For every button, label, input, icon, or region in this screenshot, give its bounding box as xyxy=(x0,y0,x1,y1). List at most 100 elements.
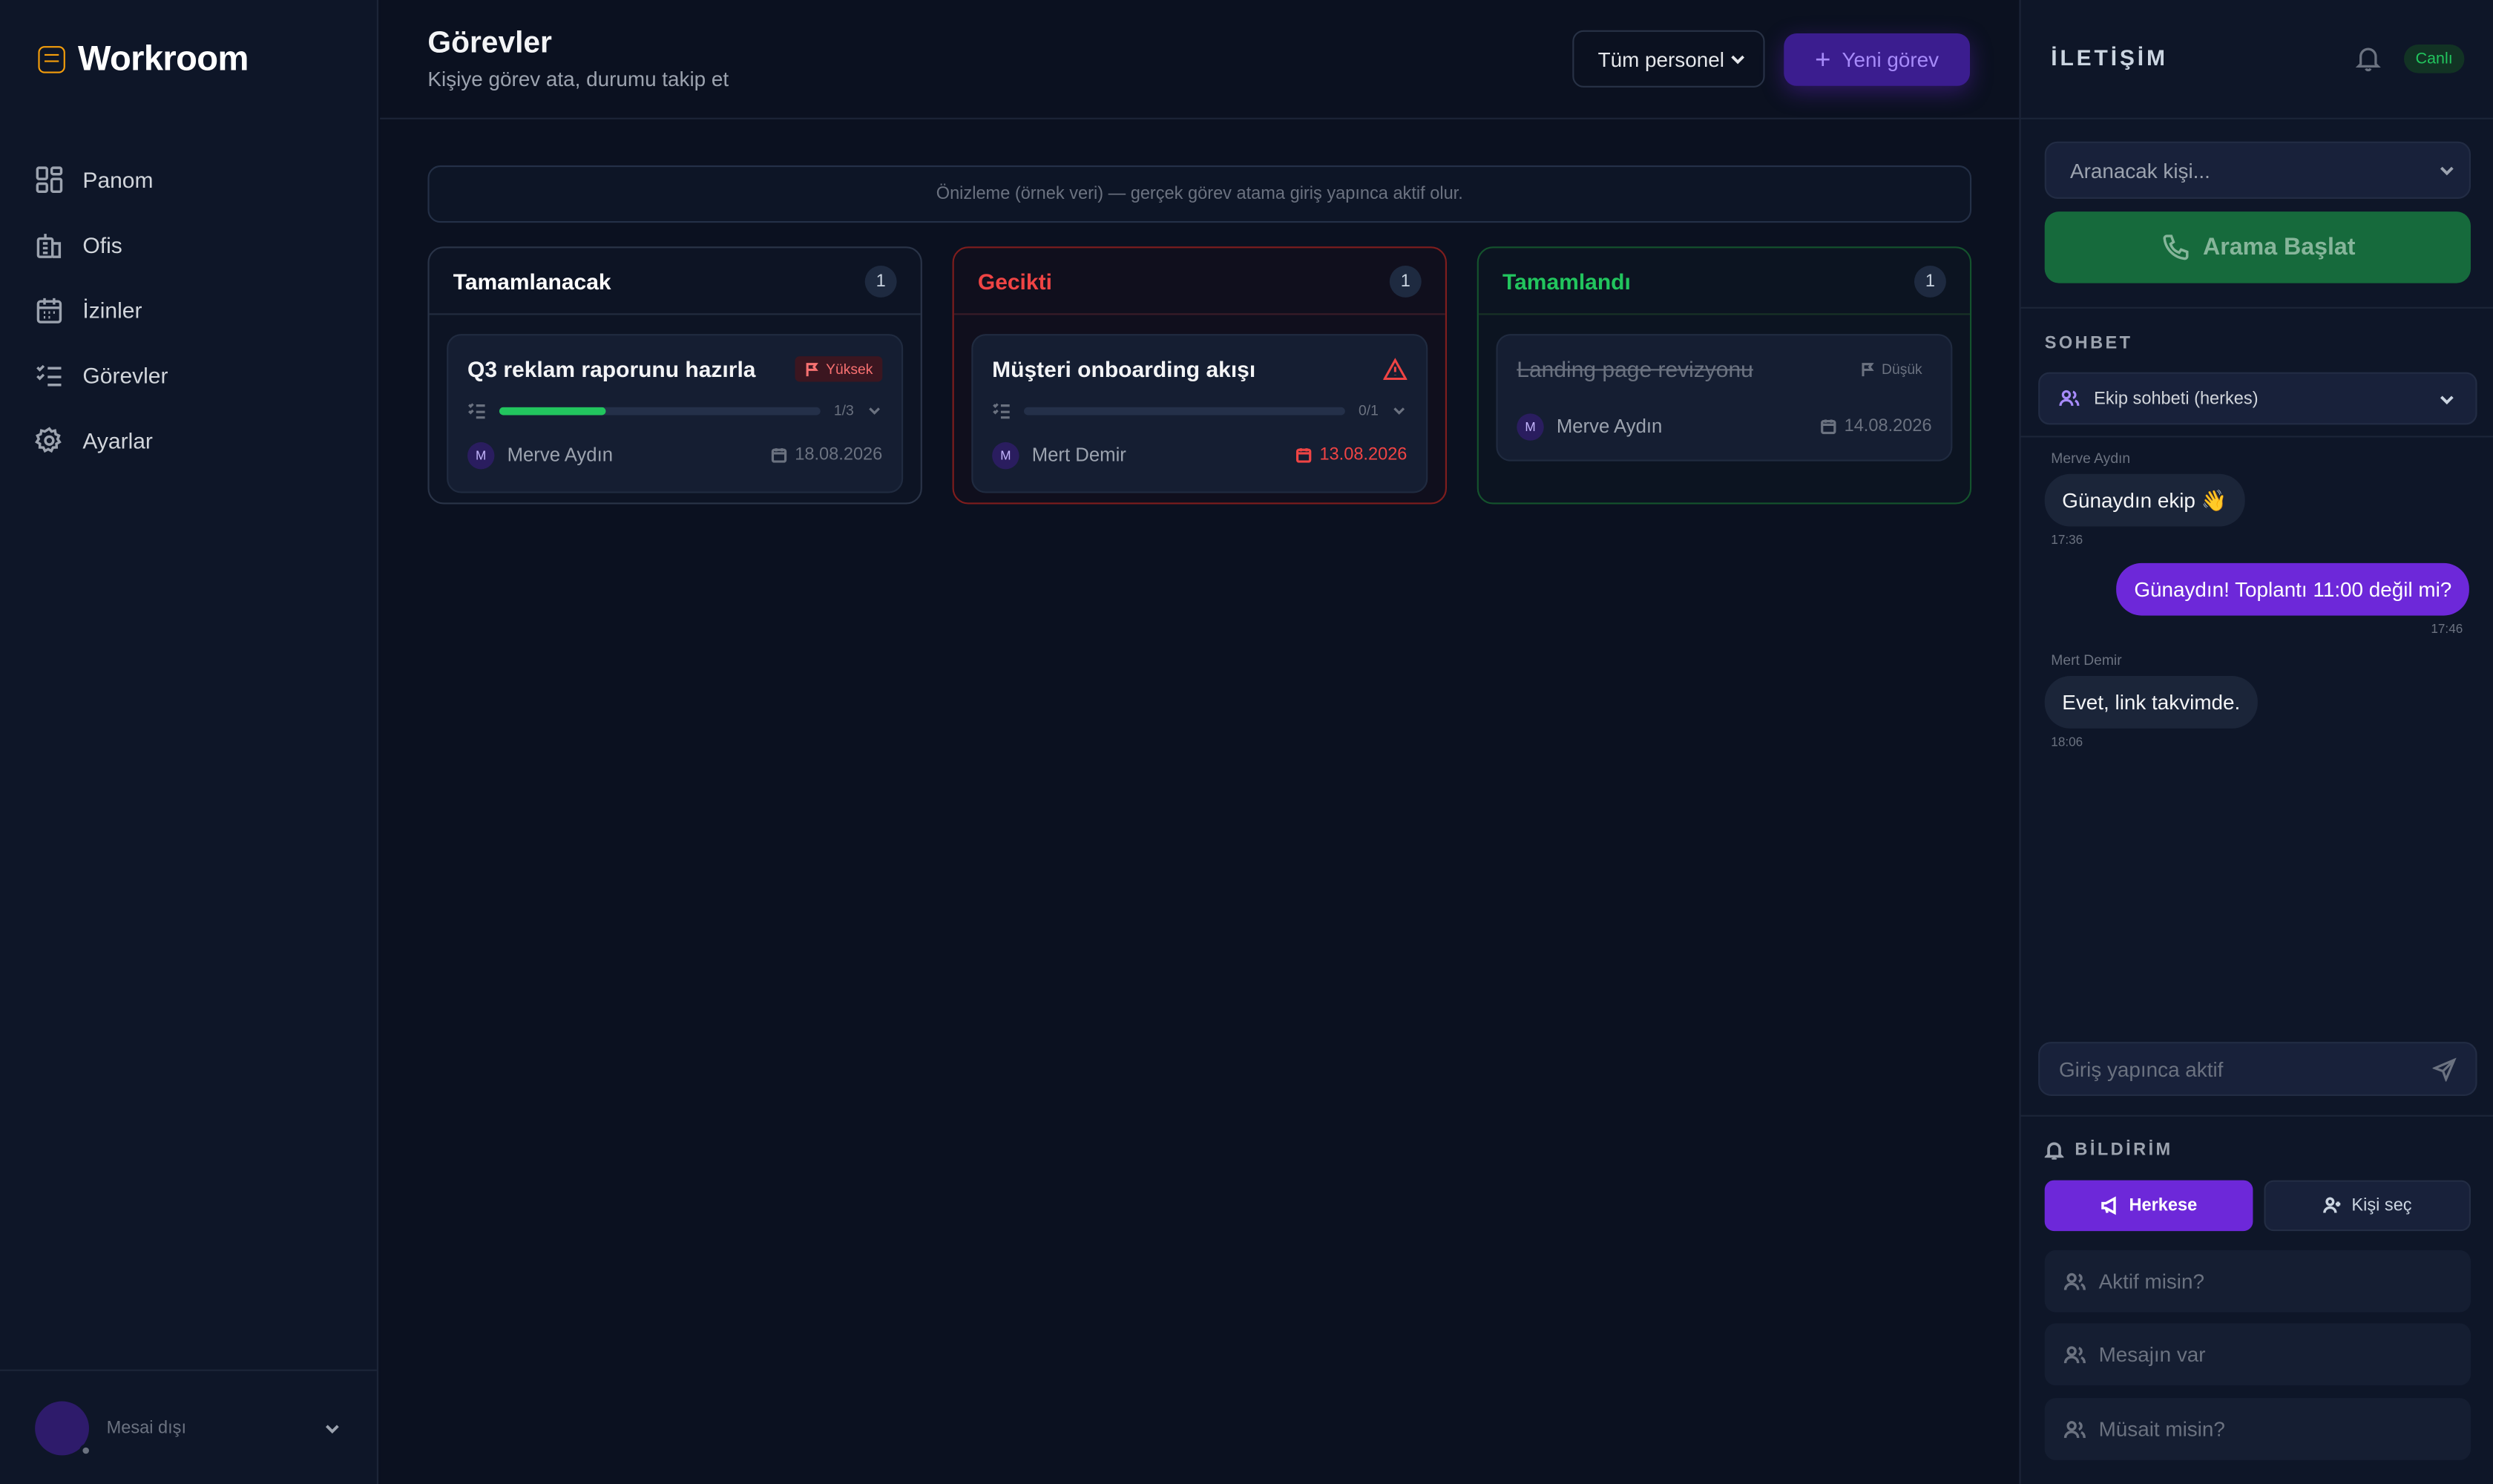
pick-person-label: Kişi seç xyxy=(2351,1196,2412,1215)
task-title: Müşteri onboarding akışı xyxy=(992,356,1256,382)
bell-icon[interactable] xyxy=(2355,45,2382,72)
chevron-down-icon[interactable] xyxy=(1391,402,1407,418)
callee-placeholder: Aranacak kişi... xyxy=(2070,158,2210,183)
quick-message-label: Mesajın var xyxy=(2098,1342,2206,1367)
sidebar-item-label: İzinler xyxy=(82,296,142,323)
page-header: Görevler Kişiye görev ata, durumu takip … xyxy=(380,0,2020,119)
task-card[interactable]: Q3 reklam raporunu hazırla Yüksek 1/3 M xyxy=(447,334,904,493)
assignee: M Merve Aydın xyxy=(1517,413,1662,440)
sidebar-item-panom[interactable]: Panom xyxy=(35,146,168,211)
chat-section-title: SOHBET xyxy=(2044,334,2133,353)
quick-message-label: Müsait misin? xyxy=(2098,1416,2225,1442)
subtask-progress[interactable]: 0/1 xyxy=(992,402,1407,419)
communication-panel: İLETİŞİM Canlı Aranacak kişi... Arama Ba… xyxy=(2019,0,2493,1484)
sidebar: Workroom Panom Ofis İzinler Görevler Aya… xyxy=(0,0,378,1484)
bell-icon xyxy=(2044,1142,2064,1160)
column-count: 1 xyxy=(864,264,897,297)
pick-person-button[interactable]: Kişi seç xyxy=(2264,1180,2471,1232)
assignee-avatar: M xyxy=(992,441,1019,469)
users-icon xyxy=(2063,1272,2086,1290)
chat-channel-value: Ekip sohbeti (herkes) xyxy=(2094,389,2259,408)
subtask-count: 0/1 xyxy=(1359,402,1379,418)
phone-icon xyxy=(2162,234,2188,260)
calendar-icon xyxy=(771,448,787,463)
priority-label: Düşük xyxy=(1882,361,1922,378)
assignee-avatar: M xyxy=(1517,413,1544,440)
warning-icon xyxy=(1383,357,1408,379)
due-date-value: 13.08.2026 xyxy=(1319,445,1408,464)
notify-section-title: BİLDİRİM xyxy=(2044,1140,2173,1160)
staff-filter-select[interactable]: Tüm personel xyxy=(1572,30,1765,88)
kanban-column-done: Tamamlandı 1 Landing page revizyonu Düşü… xyxy=(1477,246,1972,505)
chevron-down-icon xyxy=(1731,55,1745,65)
message-time: 17:36 xyxy=(2051,533,2083,548)
calendar-icon xyxy=(1820,419,1836,435)
callee-select[interactable]: Aranacak kişi... xyxy=(2044,141,2471,199)
start-call-button[interactable]: Arama Başlat xyxy=(2044,211,2471,283)
sidebar-item-label: Panom xyxy=(82,166,154,192)
chat-input[interactable]: Giriş yapınca aktif xyxy=(2038,1042,2477,1096)
send-icon[interactable] xyxy=(2432,1057,2457,1081)
chat-message: Günaydın! Toplantı 11:00 değil mi? xyxy=(2116,562,2469,616)
sidebar-item-ayarlar[interactable]: Ayarlar xyxy=(35,407,168,473)
checklist-icon xyxy=(468,403,485,419)
calendar-icon xyxy=(1295,448,1312,463)
chevron-down-icon[interactable] xyxy=(867,402,882,418)
message-time: 18:06 xyxy=(2051,735,2083,749)
plus-icon: + xyxy=(1815,45,1831,75)
assignee: M Mert Demir xyxy=(992,441,1126,469)
task-card[interactable]: Landing page revizyonu Düşük M Merve Ayd… xyxy=(1496,334,1953,462)
chat-message: Evet, link takvimde. xyxy=(2044,676,2258,729)
column-title: Tamamlanacak xyxy=(453,268,611,294)
divider xyxy=(2020,436,2493,438)
users-icon xyxy=(2059,390,2080,407)
brand-logo[interactable]: Workroom xyxy=(38,38,249,79)
message-time: 17:46 xyxy=(2431,622,2463,637)
sidebar-item-izinler[interactable]: İzinler xyxy=(35,277,168,342)
chat-input-placeholder: Giriş yapınca aktif xyxy=(2059,1057,2224,1081)
flag-icon xyxy=(807,362,819,376)
notify-section-label: BİLDİRİM xyxy=(2075,1140,2173,1160)
sidebar-item-label: Görevler xyxy=(82,361,168,387)
column-title: Gecikti xyxy=(977,268,1052,294)
task-card[interactable]: Müşteri onboarding akışı 0/1 M Mert Demi… xyxy=(971,334,1428,493)
column-count: 1 xyxy=(1914,264,1946,297)
divider xyxy=(2020,306,2493,309)
notepad-icon xyxy=(38,45,65,73)
new-task-button[interactable]: + Yeni görev xyxy=(1784,33,1970,86)
due-date: 13.08.2026 xyxy=(1295,445,1407,464)
user-plus-icon xyxy=(2323,1197,2341,1213)
users-icon xyxy=(2063,1420,2086,1437)
due-date: 18.08.2026 xyxy=(771,445,882,464)
column-count: 1 xyxy=(1389,264,1422,297)
user-status-menu[interactable]: Mesai dışı xyxy=(0,1369,377,1484)
flag-icon xyxy=(1862,362,1875,376)
progress-bar xyxy=(1024,406,1346,415)
start-call-label: Arama Başlat xyxy=(2203,234,2356,261)
checklist-icon xyxy=(993,403,1010,419)
chat-message: Günaydın ekip 👋 xyxy=(2044,473,2244,527)
quick-message-button[interactable]: Aktif misin? xyxy=(2044,1250,2471,1313)
chat-channel-select[interactable]: Ekip sohbeti (herkes) xyxy=(2038,372,2477,425)
status-label: Mesai dışı xyxy=(106,1418,187,1437)
subtask-progress[interactable]: 1/3 xyxy=(467,402,882,419)
sidebar-nav: Panom Ofis İzinler Görevler Ayarlar xyxy=(35,146,168,472)
assignee-name: Merve Aydın xyxy=(507,444,614,467)
chevron-down-icon xyxy=(325,1424,339,1433)
page-subtitle: Kişiye görev ata, durumu takip et xyxy=(427,67,729,91)
quick-message-button[interactable]: Mesajın var xyxy=(2044,1323,2471,1386)
kanban-column-todo: Tamamlanacak 1 Q3 reklam raporunu hazırl… xyxy=(427,246,922,505)
gear-icon xyxy=(35,426,62,453)
sidebar-item-ofis[interactable]: Ofis xyxy=(35,211,168,277)
subtask-count: 1/3 xyxy=(833,402,854,418)
kanban-column-overdue: Gecikti 1 Müşteri onboarding akışı 0/1 M xyxy=(952,246,1447,505)
presence-dot xyxy=(79,1443,93,1457)
main-content: Görevler Kişiye görev ata, durumu takip … xyxy=(380,0,2020,1484)
building-icon xyxy=(36,233,62,257)
sidebar-item-gorevler[interactable]: Görevler xyxy=(35,342,168,407)
column-header: Tamamlandı 1 xyxy=(1478,248,1970,315)
quick-message-button[interactable]: Müsait misin? xyxy=(2044,1398,2471,1460)
column-title: Tamamlandı xyxy=(1502,268,1631,294)
notify-all-button[interactable]: Herkese xyxy=(2044,1180,2253,1232)
chevron-down-icon xyxy=(2440,395,2454,404)
